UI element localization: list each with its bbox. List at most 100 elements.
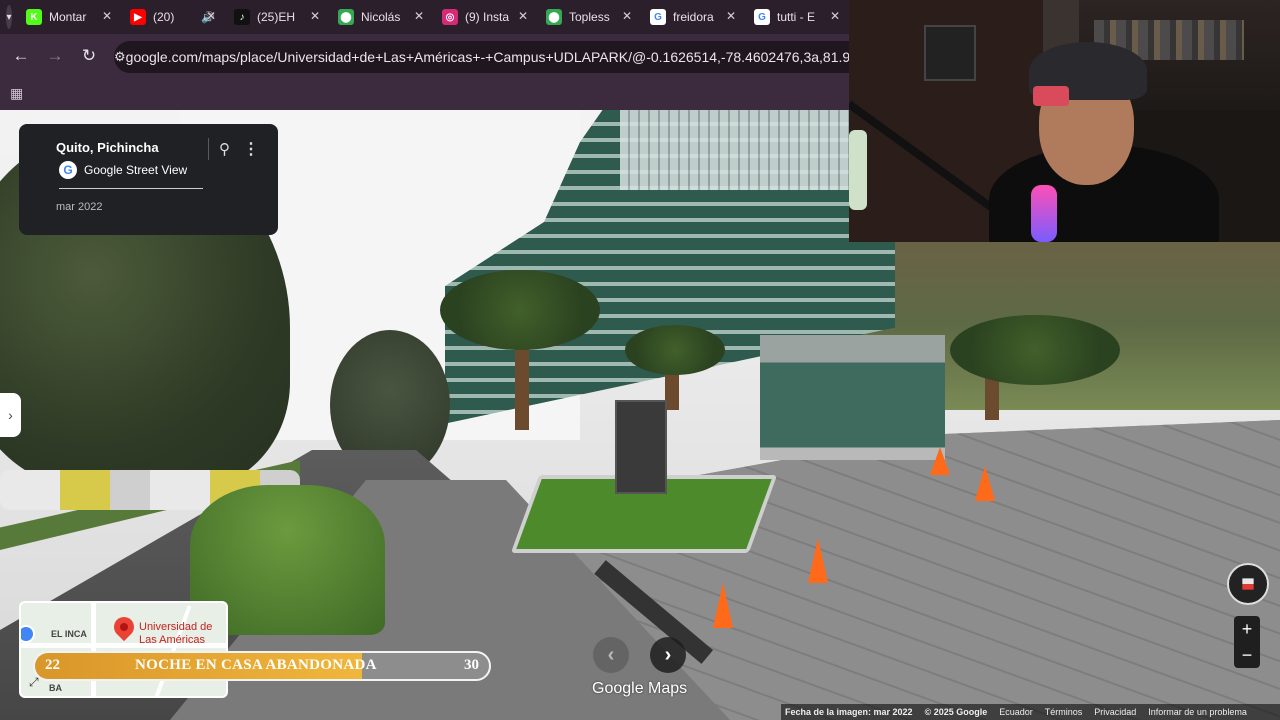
banner-current-count: 22 <box>45 657 60 673</box>
close-icon[interactable]: ✕ <box>830 9 840 23</box>
current-location-icon <box>21 625 35 643</box>
google-icon: G <box>754 9 770 25</box>
building-canopy <box>620 110 850 190</box>
kick-icon: K <box>26 9 42 25</box>
bottle <box>849 130 867 210</box>
vertical-divider <box>208 138 209 160</box>
tab-title: Topless <box>569 10 610 24</box>
tab-title: freidora <box>673 10 714 24</box>
arrow-right-icon: → <box>46 46 64 65</box>
palm-fronds <box>440 270 600 350</box>
tab-search-button[interactable]: ▾ <box>6 5 12 29</box>
location-pin-icon[interactable]: ⚲ <box>219 140 233 158</box>
footer-link-terms[interactable]: Términos <box>1045 707 1083 717</box>
capture-date[interactable]: mar 2022 <box>56 201 102 213</box>
banner-title: NOCHE EN CASA ABANDONADA <box>135 657 377 673</box>
stream-progress-banner: 22 NOCHE EN CASA ABANDONADA 30 <box>33 651 491 681</box>
more-options-icon[interactable]: ⋮ <box>243 139 259 159</box>
tab-strip: ▾ K Montar ✕ ▶ (20) 🔊 ✕ ♪ (25)EH ✕ ⬤ Nicolás ✕ ◎ (9) I… <box>0 0 850 34</box>
chevron-down-icon: ▾ <box>6 11 12 23</box>
chevron-right-icon: › <box>8 407 13 423</box>
minimap[interactable]: EL INCA Universidad de Las Américas BA ⤢ <box>19 601 228 698</box>
tab-title: Nicolás <box>361 10 401 24</box>
google-maps-logo: Google Maps <box>592 680 688 697</box>
tabs: K Montar ✕ ▶ (20) 🔊 ✕ ♪ (25)EH ✕ ⬤ Nicolás ✕ ◎ (9) Ins… <box>18 0 850 34</box>
instagram-icon: ◎ <box>442 9 458 25</box>
forward-button[interactable]: → <box>38 39 72 73</box>
zoom-in-button[interactable]: + <box>1234 616 1260 642</box>
browser-tab[interactable]: Gfreidora ✕ <box>642 0 746 34</box>
browser-window: ▾ K Montar ✕ ▶ (20) 🔊 ✕ ♪ (25)EH ✕ ⬤ Nicolás ✕ ◎ (9) I… <box>0 0 874 110</box>
maps-icon: ⬤ <box>546 9 562 25</box>
bookmarks-bar: ▦ <box>0 80 850 110</box>
browser-tab[interactable]: ⬤ Topless ✕ <box>538 0 642 34</box>
close-icon[interactable]: ✕ <box>310 9 320 23</box>
close-icon[interactable]: ✕ <box>206 9 216 23</box>
reload-button[interactable]: ↻ <box>72 39 106 73</box>
url-text[interactable]: google.com/maps/place/Universidad+de+Las… <box>126 49 874 65</box>
palm-fronds <box>625 325 725 375</box>
campus-sign <box>615 400 667 494</box>
guardhouse <box>760 335 945 460</box>
divider <box>59 188 203 189</box>
arrow-left-icon: ← <box>12 46 30 65</box>
map-place-name[interactable]: Universidad de Las Américas <box>139 621 212 647</box>
map-place-line: Universidad de <box>139 621 213 633</box>
tab-title: (20) <box>153 10 175 24</box>
image-date: Fecha de la imagen: mar 2022 <box>785 707 913 717</box>
browser-tab[interactable]: ⬤ Nicolás ✕ <box>330 0 434 34</box>
previous-scene-button[interactable]: ‹ <box>593 637 629 673</box>
browser-tab[interactable]: K Montar ✕ <box>18 0 122 34</box>
traffic-cone <box>713 583 733 628</box>
reload-icon: ↻ <box>81 46 97 65</box>
compass-button[interactable] <box>1227 563 1269 605</box>
zoom-control: + − <box>1234 616 1260 668</box>
site-info-icon[interactable]: ⚙ <box>114 49 126 65</box>
map-place-line: Las Américas <box>139 634 206 646</box>
street-view-info-card: Quito, Pichincha G Google Street View ma… <box>19 124 278 235</box>
footer-link-report[interactable]: Informar de un problema <box>1148 707 1247 717</box>
zoom-out-button[interactable]: − <box>1234 642 1260 668</box>
microphone <box>1031 185 1057 242</box>
tab-title: tutti - E <box>777 10 816 24</box>
copyright: © 2025 Google <box>924 707 988 717</box>
chevron-left-icon: ‹ <box>607 643 615 666</box>
webcam-overlay <box>849 0 1280 242</box>
browser-tab[interactable]: ▶ (20) 🔊 ✕ <box>122 0 226 34</box>
browser-tab[interactable]: ◎ (9) Insta ✕ <box>434 0 538 34</box>
address-bar[interactable]: ⚙ google.com/maps/place/Universidad+de+L… <box>114 41 874 73</box>
next-scene-button[interactable]: › <box>650 637 686 673</box>
traffic-cone <box>808 538 828 583</box>
browser-tab[interactable]: Gtutti - E ✕ <box>746 0 850 34</box>
plus-icon: + <box>1241 618 1253 639</box>
back-button[interactable]: ← <box>4 39 38 73</box>
map-label-ba: BA <box>49 683 62 693</box>
traffic-cone <box>975 466 995 501</box>
tab-title: (9) Insta <box>465 10 510 24</box>
footer-link-privacy[interactable]: Privacidad <box>1094 707 1136 717</box>
palm-fronds <box>950 315 1120 385</box>
close-icon[interactable]: ✕ <box>622 9 632 23</box>
expand-panel-button[interactable]: › <box>0 393 21 437</box>
google-logo-icon: G <box>59 161 77 179</box>
street-view-brand: G Google Street View <box>59 161 187 179</box>
close-icon[interactable]: ✕ <box>102 9 112 23</box>
compass-icon <box>1237 573 1260 596</box>
footer-link-ecuador[interactable]: Ecuador <box>999 707 1033 717</box>
mic-arm <box>849 100 997 214</box>
wall-frame <box>924 25 976 81</box>
attribution-footer: Fecha de la imagen: mar 2022 © 2025 Goog… <box>781 704 1280 720</box>
streamer-hair <box>1033 86 1069 106</box>
tab-title: (25)EH <box>257 10 296 24</box>
apps-grid-icon[interactable]: ▦ <box>10 85 26 101</box>
map-label-inca: EL INCA <box>51 629 87 639</box>
chevron-right-icon: › <box>664 643 672 666</box>
browser-tab[interactable]: ♪ (25)EH ✕ <box>226 0 330 34</box>
close-icon[interactable]: ✕ <box>518 9 528 23</box>
minus-icon: − <box>1241 644 1253 665</box>
close-icon[interactable]: ✕ <box>414 9 424 23</box>
banner-goal-count: 30 <box>464 657 479 673</box>
brand-label: Google Street View <box>84 163 188 177</box>
map-pin-icon <box>109 612 139 642</box>
close-icon[interactable]: ✕ <box>726 9 736 23</box>
